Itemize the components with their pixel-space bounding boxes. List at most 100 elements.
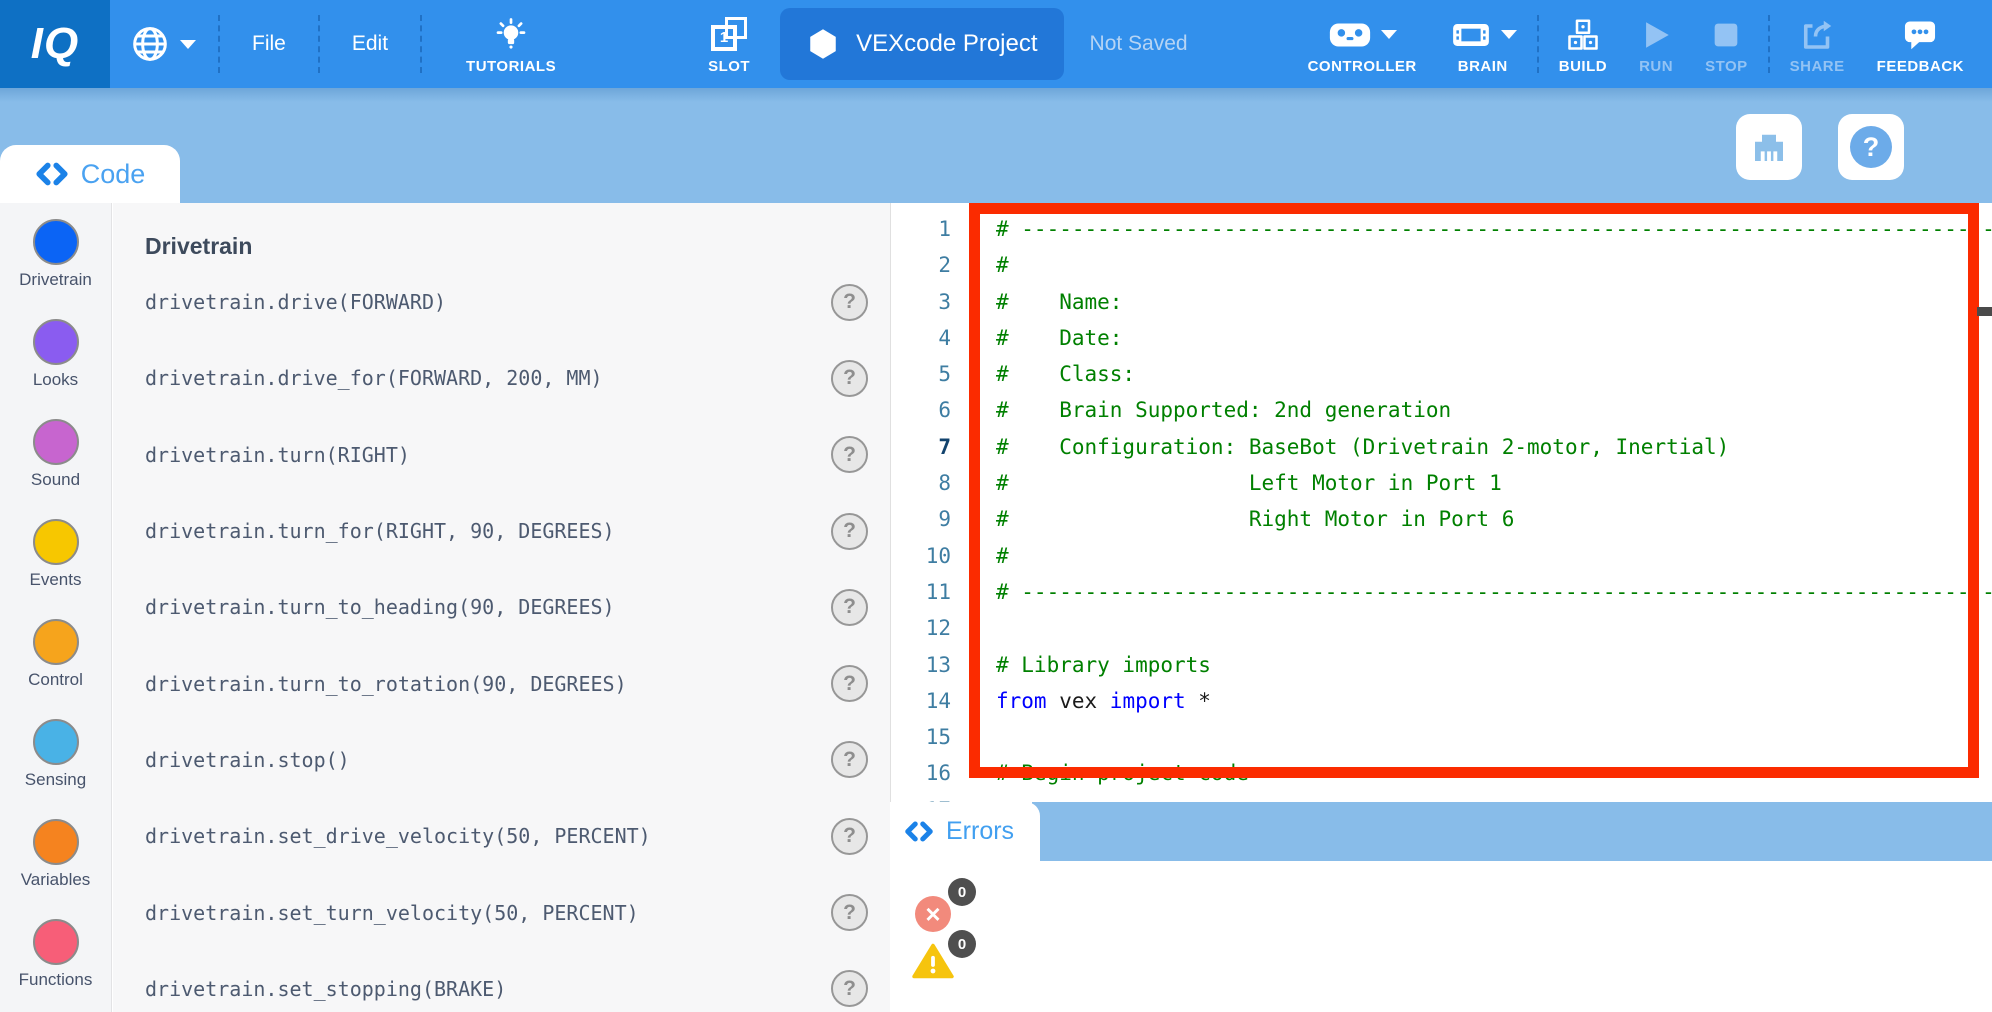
controller-icon: [1327, 17, 1373, 53]
share-button[interactable]: SHARE: [1774, 0, 1861, 88]
menu-file[interactable]: File: [224, 0, 314, 88]
command-help-button[interactable]: ?: [831, 818, 868, 855]
line-number: 1: [891, 211, 951, 247]
command-help-button[interactable]: ?: [831, 665, 868, 702]
language-menu-button[interactable]: [110, 0, 214, 88]
command-row: drivetrain.turn_to_heading(90, DEGREES) …: [113, 569, 890, 645]
toolbar-divider: [420, 15, 422, 73]
workspace-header: Code ?: [0, 88, 1992, 203]
share-icon: [1799, 17, 1835, 53]
command-help-button[interactable]: ?: [831, 589, 868, 626]
menu-edit[interactable]: Edit: [324, 0, 416, 88]
controller-button[interactable]: CONTROLLER: [1292, 0, 1433, 88]
category-color-icon: [33, 219, 79, 265]
code-line: 10#: [891, 538, 1992, 574]
errors-panel: Errors × 0 0: [890, 802, 1992, 1012]
command-text[interactable]: drivetrain.turn(RIGHT): [145, 443, 831, 467]
code-lines: 1# -------------------------------------…: [891, 203, 1992, 802]
command-row: drivetrain.stop() ?: [113, 722, 890, 798]
command-help-button[interactable]: ?: [831, 513, 868, 550]
run-button[interactable]: RUN: [1623, 0, 1689, 88]
sidebar-item-looks[interactable]: Looks: [0, 319, 111, 419]
command-row: drivetrain.turn_for(RIGHT, 90, DEGREES) …: [113, 493, 890, 569]
code-line: 5# Class:: [891, 356, 1992, 392]
sidebar-item-sound[interactable]: Sound: [0, 419, 111, 519]
category-color-icon: [33, 819, 79, 865]
vex-iq-logo: IQ: [0, 0, 110, 88]
category-color-icon: [33, 519, 79, 565]
code-line: 11# ------------------------------------…: [891, 574, 1992, 610]
tab-errors[interactable]: Errors: [890, 802, 1040, 861]
line-number: 14: [891, 683, 951, 719]
category-label: Sound: [31, 470, 80, 490]
sidebar-item-sensing[interactable]: Sensing: [0, 719, 111, 819]
line-number: 4: [891, 320, 951, 356]
toolbar-spacer: [1188, 0, 1292, 88]
category-color-icon: [33, 419, 79, 465]
chevron-down-icon: [180, 40, 196, 49]
slot-button[interactable]: 1 SLOT: [692, 0, 766, 88]
category-color-icon: [33, 919, 79, 965]
line-number: 7: [891, 429, 951, 465]
project-name-button[interactable]: VEXcode Project: [780, 8, 1063, 80]
command-help-button[interactable]: ?: [831, 284, 868, 321]
error-count-indicator[interactable]: × 0: [915, 896, 951, 932]
stop-square-icon: [1710, 19, 1742, 51]
tutorials-button[interactable]: TUTORIALS: [450, 0, 572, 88]
sidebar-item-functions[interactable]: Functions: [0, 919, 111, 1012]
code-brackets-icon: [904, 820, 934, 843]
command-help-button[interactable]: ?: [831, 970, 868, 1007]
build-cubes-icon: [1565, 17, 1601, 53]
code-line: 4# Date:: [891, 320, 1992, 356]
command-list-panel: Drivetrain drivetrain.drive(FORWARD) ? d…: [113, 203, 890, 1012]
sidebar-item-drivetrain[interactable]: Drivetrain: [0, 219, 111, 319]
save-status: Not Saved: [1090, 0, 1188, 88]
category-sidebar: Drivetrain Looks Sound Events Control Se…: [0, 203, 112, 1012]
vexcode-app: IQ File Edit: [0, 0, 1992, 1012]
command-text[interactable]: drivetrain.turn_to_heading(90, DEGREES): [145, 595, 831, 619]
command-text[interactable]: drivetrain.set_turn_velocity(50, PERCENT…: [145, 901, 831, 925]
command-text[interactable]: drivetrain.set_stopping(BRAKE): [145, 977, 831, 1001]
line-number: 11: [891, 574, 951, 610]
run-play-icon: [1639, 18, 1673, 52]
warning-count-indicator[interactable]: 0: [912, 942, 954, 985]
toolbar-divider: [1768, 15, 1770, 73]
sidebar-item-control[interactable]: Control: [0, 619, 111, 719]
brain-button[interactable]: BRAIN: [1433, 0, 1533, 88]
code-line: 9# Right Motor in Port 6: [891, 501, 1992, 537]
command-text[interactable]: drivetrain.drive_for(FORWARD, 200, MM): [145, 366, 831, 390]
line-number: 5: [891, 356, 951, 392]
toolbar-divider: [1537, 15, 1539, 73]
question-mark-icon: ?: [1850, 126, 1892, 168]
chevron-down-icon: [1381, 30, 1397, 39]
command-text[interactable]: drivetrain.stop(): [145, 748, 831, 772]
category-color-icon: [33, 319, 79, 365]
line-number: 9: [891, 501, 951, 537]
device-manager-button[interactable]: [1736, 114, 1802, 180]
error-count-badge: 0: [948, 878, 976, 906]
chevron-down-icon: [1501, 30, 1517, 39]
command-help-button[interactable]: ?: [831, 360, 868, 397]
stop-button[interactable]: STOP: [1689, 0, 1764, 88]
feedback-button[interactable]: FEEDBACK: [1861, 0, 1980, 88]
build-button[interactable]: BUILD: [1543, 0, 1623, 88]
command-text[interactable]: drivetrain.drive(FORWARD): [145, 290, 831, 314]
command-text[interactable]: drivetrain.turn_to_rotation(90, DEGREES): [145, 672, 831, 696]
hexagon-icon: [806, 27, 840, 61]
editor-scrollbar-marker[interactable]: [1977, 307, 1992, 316]
command-help-button[interactable]: ?: [831, 741, 868, 778]
globe-icon: [130, 24, 170, 64]
command-text[interactable]: drivetrain.set_drive_velocity(50, PERCEN…: [145, 824, 831, 848]
tab-code[interactable]: Code: [0, 145, 180, 203]
code-editor[interactable]: 1# -------------------------------------…: [890, 203, 1992, 802]
help-button[interactable]: ?: [1838, 114, 1904, 180]
command-help-button[interactable]: ?: [831, 894, 868, 931]
sidebar-item-variables[interactable]: Variables: [0, 819, 111, 919]
category-label: Variables: [21, 870, 91, 890]
command-text[interactable]: drivetrain.turn_for(RIGHT, 90, DEGREES): [145, 519, 831, 543]
command-help-button[interactable]: ?: [831, 436, 868, 473]
line-number: 8: [891, 465, 951, 501]
category-label: Functions: [19, 970, 93, 990]
sidebar-item-events[interactable]: Events: [0, 519, 111, 619]
slot-icon: 1: [711, 17, 747, 53]
